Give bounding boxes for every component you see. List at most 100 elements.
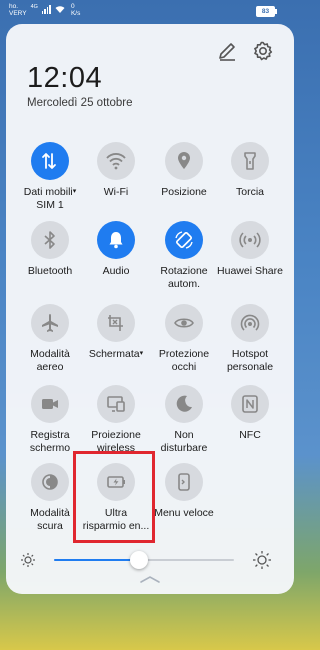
brightness-thumb[interactable]	[129, 551, 148, 569]
tile-label-line1: Posizione	[161, 186, 207, 198]
tile-toggle[interactable]	[165, 463, 203, 501]
tile-airplane[interactable]: Modalità aereo	[14, 304, 86, 373]
tile-wifi[interactable]: Wi-Fi	[80, 142, 152, 199]
wifi-icon	[106, 153, 126, 170]
hotspot-icon	[240, 314, 260, 331]
tile-nfc[interactable]: NFC	[214, 385, 286, 442]
screenshot-icon	[108, 315, 123, 331]
tile-wireless-projection[interactable]: Proiezione wireless	[80, 385, 152, 454]
dropdown-caret-icon[interactable]: ▾	[73, 188, 77, 195]
tile-label: Bluetooth	[14, 265, 86, 278]
tile-label-line2: aereo	[36, 360, 64, 373]
speed-unit: K/s	[70, 10, 81, 17]
tile-label: Audio	[80, 265, 152, 278]
tile-label-line1: Wi-Fi	[103, 186, 129, 198]
tile-label-line1: NFC	[239, 429, 261, 441]
brightness-control	[20, 547, 272, 573]
tile-label: Torcia	[214, 186, 286, 199]
tile-label-line2: autom.	[167, 277, 201, 290]
tile-toggle[interactable]	[31, 304, 69, 342]
pencil-icon	[219, 43, 235, 61]
highlight-box	[73, 451, 155, 543]
tile-label-line1: Modalità	[30, 507, 70, 519]
eye-icon	[174, 318, 194, 328]
tile-toggle[interactable]	[165, 304, 203, 342]
tile-toggle[interactable]	[97, 142, 135, 180]
edit-button[interactable]	[216, 40, 238, 62]
tile-toggle[interactable]	[97, 385, 135, 423]
wireless-projection-icon	[107, 396, 125, 412]
tile-bell[interactable]: Audio	[80, 221, 152, 278]
tile-toggle[interactable]	[31, 385, 69, 423]
tile-label: Protezione occhi	[148, 348, 220, 373]
tile-label: Hotspot personale	[214, 348, 286, 373]
speed-value: 0	[70, 3, 75, 10]
settings-button[interactable]	[252, 40, 274, 62]
tile-screen-record[interactable]: Registra schermo	[14, 385, 86, 454]
tile-label-line1: Proiezione	[91, 429, 141, 441]
auto-rotate-icon	[175, 231, 193, 249]
tile-label: Schermata▾	[80, 348, 152, 361]
tile-label-line1: Modalità	[30, 348, 70, 360]
tile-label-line1: Bluetooth	[27, 265, 73, 277]
tile-label: Modalità aereo	[14, 348, 86, 373]
tile-label: Rotazione autom.	[148, 265, 220, 290]
tile-label: Dati mobili▾ SIM 1	[14, 186, 86, 211]
tile-moon[interactable]: Non disturbare	[148, 385, 220, 454]
tile-label-line2: personale	[226, 360, 274, 373]
location-icon	[178, 152, 190, 169]
bluetooth-icon	[44, 231, 55, 249]
tile-label-line2: scura	[37, 519, 63, 532]
tile-label-line1: Menu veloce	[154, 507, 214, 519]
tile-label-line1: Torcia	[235, 186, 264, 198]
tile-label-line1: Rotazione	[160, 265, 208, 277]
tile-label-line1: Non	[174, 429, 194, 441]
mobile-data-icon	[42, 153, 56, 169]
tile-hotspot[interactable]: Hotspot personale	[214, 304, 286, 373]
tile-toggle[interactable]	[231, 221, 269, 259]
tile-label-line1: Schermata	[88, 348, 140, 361]
tile-toggle[interactable]	[165, 221, 203, 259]
brightness-slider[interactable]	[54, 551, 234, 569]
tile-label: Huawei Share	[214, 265, 286, 278]
bell-icon	[109, 232, 123, 249]
network-type: 4G	[30, 4, 38, 10]
airplane-icon	[42, 314, 58, 332]
tile-mobile-data[interactable]: Dati mobili▾ SIM 1	[14, 142, 86, 211]
tile-toggle[interactable]	[97, 221, 135, 259]
tile-toggle[interactable]	[165, 385, 203, 423]
flashlight-icon	[244, 152, 256, 170]
dark-mode-icon	[42, 474, 58, 490]
tile-flashlight[interactable]: Torcia	[214, 142, 286, 199]
moon-icon	[176, 395, 192, 412]
tile-toggle[interactable]	[97, 304, 135, 342]
wifi-status-icon	[55, 6, 65, 13]
network-speed: 0 K/s	[71, 3, 80, 17]
tile-huawei-share[interactable]: Huawei Share	[214, 221, 286, 278]
quick-menu-icon	[178, 473, 190, 491]
tile-auto-rotate[interactable]: Rotazione autom.	[148, 221, 220, 290]
tile-toggle[interactable]	[31, 142, 69, 180]
tile-quick-menu[interactable]: Menu veloce	[148, 463, 220, 520]
tile-toggle[interactable]	[231, 142, 269, 180]
tile-label-line2: schermo	[29, 441, 71, 454]
tile-toggle[interactable]	[231, 304, 269, 342]
tile-toggle[interactable]	[31, 221, 69, 259]
collapse-handle-icon[interactable]	[139, 574, 161, 584]
tile-label: Menu veloce	[148, 507, 220, 520]
tile-toggle[interactable]	[231, 385, 269, 423]
tile-label: Wi-Fi	[80, 186, 152, 199]
brightness-low-icon	[21, 553, 35, 567]
dropdown-caret-icon[interactable]: ▾	[140, 350, 144, 357]
nfc-icon	[242, 395, 258, 413]
tile-label-line2: SIM 1	[36, 198, 64, 211]
brightness-high-icon	[253, 551, 271, 569]
tile-screenshot[interactable]: Schermata▾	[80, 304, 152, 361]
tile-label-line1: Audio	[102, 265, 130, 277]
tile-toggle[interactable]	[165, 142, 203, 180]
tile-eye[interactable]: Protezione occhi	[148, 304, 220, 373]
tile-location[interactable]: Posizione	[148, 142, 220, 199]
tile-toggle[interactable]	[31, 463, 69, 501]
tile-bluetooth[interactable]: Bluetooth	[14, 221, 86, 278]
screen-record-icon	[42, 399, 58, 409]
